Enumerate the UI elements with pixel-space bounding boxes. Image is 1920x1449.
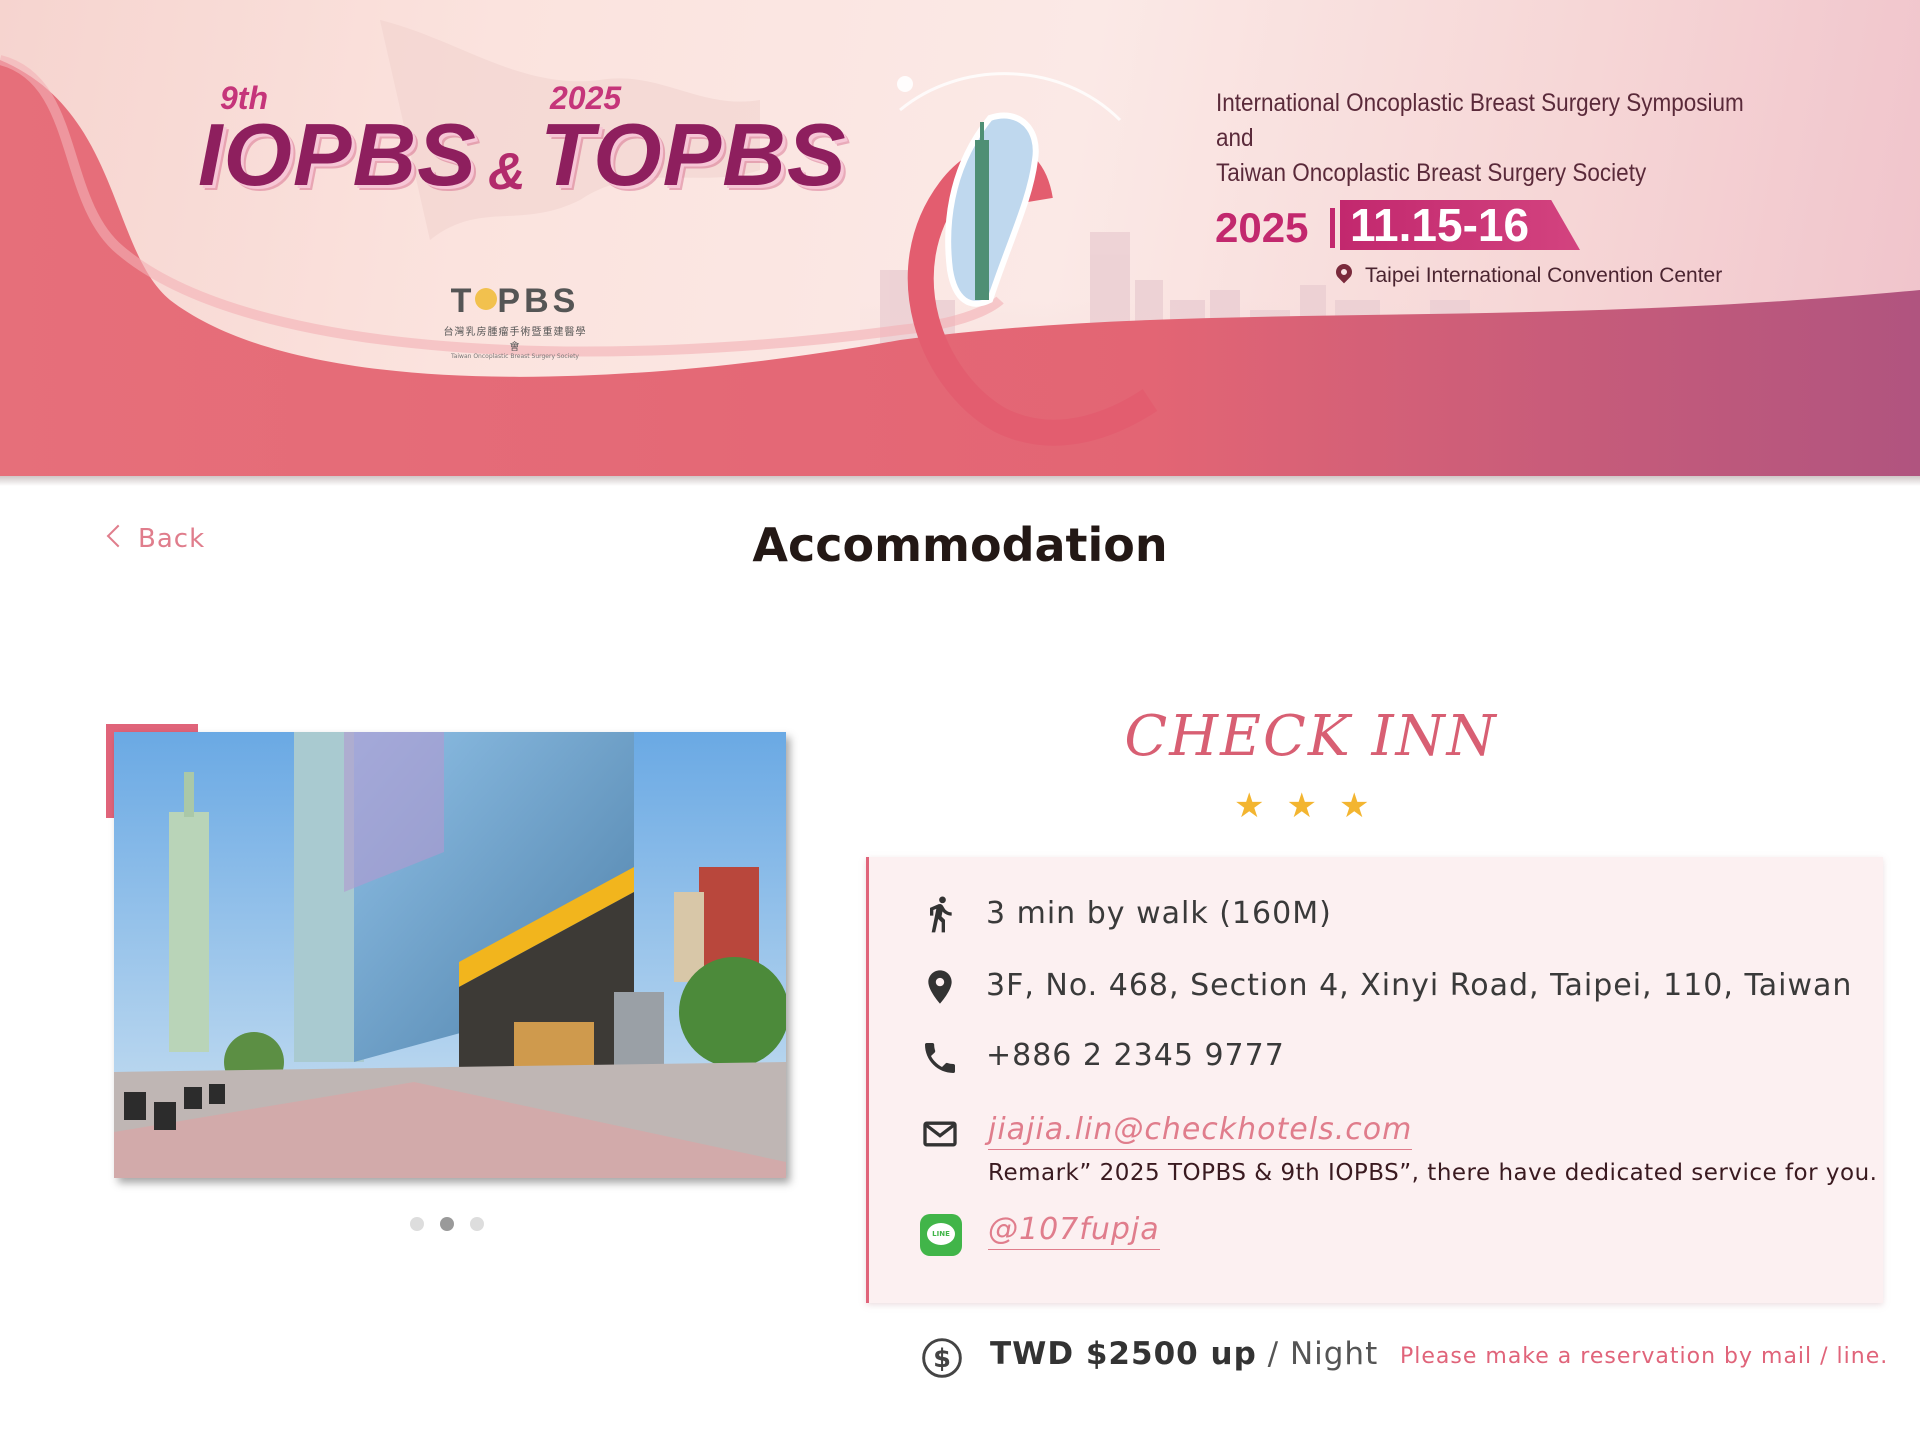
svg-text:$: $ (933, 1344, 951, 1374)
price-text: TWD $2500 up / Night (990, 1336, 1378, 1372)
star-rating: ★ ★ ★ (1234, 786, 1391, 826)
hotel-name: CHECK INN (1124, 704, 1498, 769)
carousel-dots (410, 1216, 500, 1235)
venue-text: Taipei International Convention Center (1365, 264, 1723, 287)
phone-icon (925, 1043, 955, 1073)
carousel-dot[interactable] (470, 1217, 484, 1231)
address-text: 3F, No. 468, Section 4, Xinyi Road, Taip… (986, 968, 1853, 1003)
page-title: Accommodation (752, 518, 1168, 572)
event-name-topbs: TOPBS (540, 105, 847, 204)
star-icon: ★ (1338, 786, 1370, 826)
date-year: 2025 (1215, 204, 1309, 251)
reservation-note: Please make a reservation by mail / line… (1400, 1344, 1889, 1369)
taiwan-shape (945, 112, 1039, 307)
logo-cn-text: 台灣乳房腫瘤手術暨重建醫學會 (443, 327, 587, 353)
event-banner: 9th IOPBS & 2025 TOPBS T PBS 台灣乳房腫瘤手術暨重建醫… (0, 0, 1920, 476)
carousel-dot[interactable] (410, 1217, 424, 1231)
email-link[interactable]: jiajia.lin@checkhotels.com (988, 1112, 1413, 1150)
dollar-icon: $ (922, 1338, 962, 1378)
symposium-line-2: and (1216, 124, 1254, 152)
date-days: 11.15-16 (1350, 199, 1530, 251)
distance-text: 3 min by walk (160M) (986, 896, 1332, 931)
event-name-iopbs: IOPBS (198, 105, 477, 204)
line-id-link[interactable]: @107fupja (988, 1212, 1160, 1250)
banner-shadow (0, 476, 1920, 486)
symposium-line-1: International Oncoplastic Breast Surgery… (1216, 89, 1744, 117)
date-divider (1330, 208, 1335, 248)
carousel-dot[interactable] (440, 1217, 454, 1231)
price-value: TWD $2500 up (990, 1336, 1257, 1372)
remark-text: Remark” 2025 TOPBS & 9th IOPBS”, there h… (988, 1160, 1878, 1186)
logo-en-text: Taiwan Oncoplastic Breast Surgery Societ… (451, 353, 579, 360)
star-icon: ★ (1234, 786, 1265, 826)
taipei-101-icon (975, 140, 989, 300)
banner-background (0, 20, 1920, 476)
location-icon (928, 970, 952, 1004)
hotel-photo[interactable] (114, 732, 786, 1178)
phone-text[interactable]: +886 2 2345 9777 (986, 1038, 1285, 1073)
star-icon: ★ (1286, 786, 1317, 826)
line-icon: LINE (920, 1214, 962, 1256)
symposium-line-3: Taiwan Oncoplastic Breast Surgery Societ… (1216, 159, 1647, 187)
mail-icon (923, 1121, 957, 1147)
topbs-logo: T PBS 台灣乳房腫瘤手術暨重建醫學會 Taiwan Oncoplastic B… (440, 282, 590, 360)
price-unit: / Night (1267, 1336, 1379, 1372)
ampersand: & (488, 143, 526, 201)
walking-icon (930, 896, 952, 933)
